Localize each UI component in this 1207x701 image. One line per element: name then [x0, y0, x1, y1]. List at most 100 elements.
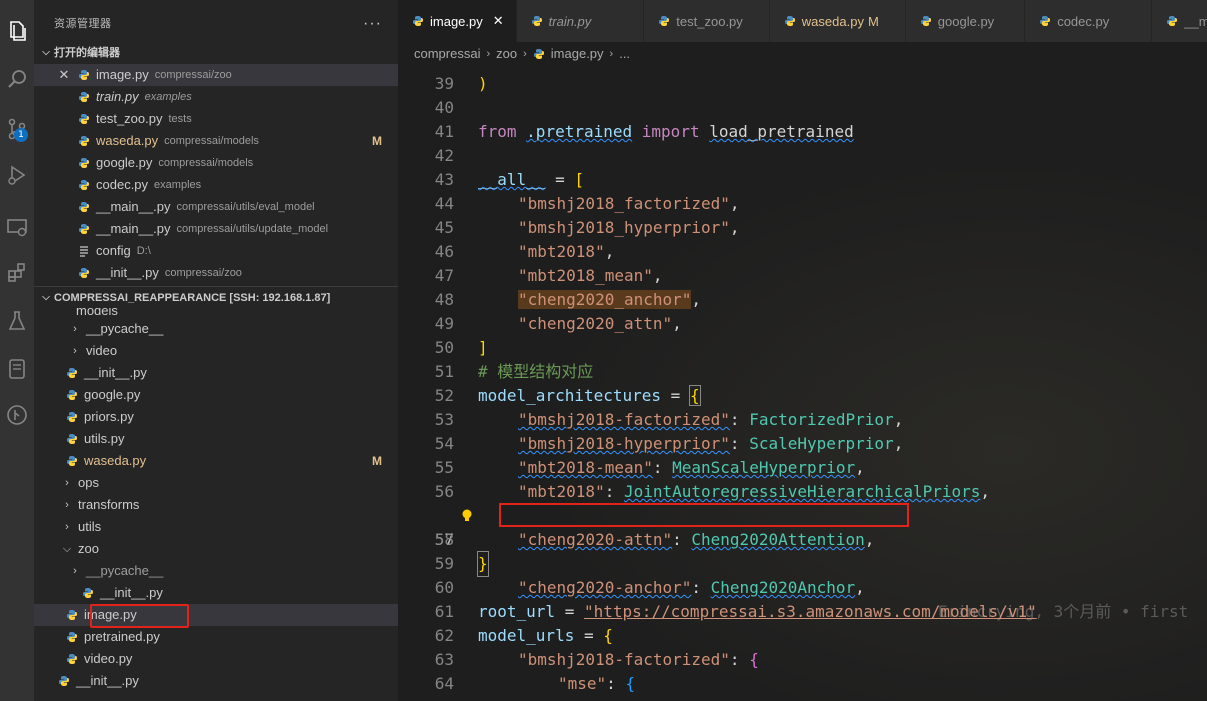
chevron-right-icon: ›	[609, 48, 614, 60]
breadcrumb-item[interactable]: zoo	[496, 42, 517, 66]
run-debug-icon[interactable]	[0, 158, 34, 192]
python-file-icon	[59, 676, 69, 686]
file-path: compressai/utils/update_model	[176, 223, 329, 235]
code-line: 45 "bmshj2018_hyperprior",	[434, 218, 740, 237]
tree-file[interactable]: waseda.py M	[34, 450, 398, 472]
python-file-icon	[531, 16, 542, 26]
tree-file[interactable]: video.py	[34, 648, 398, 670]
open-editor-item[interactable]: codec.py examples	[34, 174, 398, 196]
tree-folder[interactable]: › video	[34, 340, 398, 362]
tree-file[interactable]: __init__.py	[34, 670, 398, 692]
open-editor-item[interactable]: test_zoo.py tests	[34, 108, 398, 130]
code-line: 58 "cheng2020-attn": Cheng2020Attention,	[434, 530, 875, 549]
python-file-icon	[79, 202, 89, 212]
tab-codec-py[interactable]: codec.py	[1025, 0, 1153, 42]
open-editor-item[interactable]: __main__.py compressai/utils/update_mode…	[34, 218, 398, 240]
tree-folder-models[interactable]: models	[34, 308, 398, 318]
chevron-right-icon: ›	[523, 48, 527, 60]
git-graph-icon[interactable]	[0, 398, 34, 432]
breadcrumb-item[interactable]: compressai	[414, 42, 480, 66]
tree-file[interactable]: utils.py	[34, 428, 398, 450]
python-file-icon	[920, 16, 931, 26]
chevron-right-icon: ›	[65, 477, 69, 489]
python-file-icon	[79, 114, 89, 124]
tree-folder[interactable]: › __pycache__	[34, 560, 398, 582]
code-line: 43 __all__ = [	[434, 170, 584, 189]
highlight-box-cheng2020-anchor	[499, 503, 909, 527]
breadcrumb-item[interactable]: image.py	[551, 42, 604, 66]
tree-folder-expanded[interactable]: ⌵ zoo	[34, 538, 398, 560]
python-file-icon	[67, 456, 77, 466]
tree-file[interactable]: __init__.py	[34, 362, 398, 384]
close-icon[interactable]: ✕	[56, 64, 72, 86]
chevron-right-icon: ›	[73, 323, 77, 335]
code-line: 61 root_url = "https://compressai.s3.amaz…	[434, 602, 1037, 621]
file-name: __init__.py	[96, 265, 159, 280]
code-line: 49 "cheng2020_attn",	[434, 314, 682, 333]
open-editor-item[interactable]: config D:\	[34, 240, 398, 262]
remote-explorer-icon[interactable]	[0, 210, 34, 244]
code-line: 53 "bmshj2018-factorized": FactorizedPrio…	[434, 410, 904, 429]
tab-google-py[interactable]: google.py	[905, 0, 1026, 42]
tab-main-py[interactable]: __main	[1152, 0, 1207, 42]
python-file-icon	[1167, 16, 1178, 26]
breadcrumb-item[interactable]: ...	[619, 42, 630, 66]
files-icon[interactable]	[0, 14, 34, 48]
tree-folder[interactable]: › ops	[34, 472, 398, 494]
tree-file[interactable]: priors.py	[34, 406, 398, 428]
chevron-down-icon: ⌵	[42, 291, 50, 303]
open-editor-item[interactable]: ✕ image.py compressai/zoo	[34, 64, 398, 86]
python-file-icon	[79, 136, 89, 146]
highlight-box-image-py	[90, 604, 189, 628]
lightbulb-icon[interactable]	[460, 508, 474, 524]
file-path: compressai/models	[164, 135, 259, 147]
tree-folder[interactable]: › utils	[34, 516, 398, 538]
source-control-icon[interactable]: 1	[0, 112, 34, 146]
tree-file-active[interactable]: image.py	[34, 604, 398, 626]
open-editor-item[interactable]: train.py examples	[34, 86, 398, 108]
file-name: image.py	[96, 67, 149, 82]
tree-folder[interactable]: › __pycache__	[34, 318, 398, 340]
open-editor-item[interactable]: __init__.py compressai/zoo	[34, 262, 398, 284]
file-path: D:\	[136, 245, 151, 257]
testing-icon[interactable]	[0, 304, 34, 338]
docker-icon[interactable]	[0, 352, 34, 386]
explorer-sidebar: 资源管理器 ··· ⌵ 打开的编辑器 ✕ image.py compressai…	[34, 0, 398, 701]
tree-file[interactable]: __init__.py	[34, 582, 398, 604]
more-actions-icon[interactable]: ···	[363, 0, 382, 48]
sidebar-title: 资源管理器 ···	[34, 0, 398, 42]
modified-badge: M	[372, 134, 382, 148]
open-editor-item[interactable]: waseda.py compressai/models M	[34, 130, 398, 152]
file-name: google.py	[96, 155, 153, 170]
code-line: 39)	[434, 74, 488, 93]
python-file-icon	[1040, 16, 1051, 26]
tree-file[interactable]: pretrained.py	[34, 626, 398, 648]
code-line: 55 "mbt2018-mean": MeanScaleHyperprior,	[434, 458, 865, 477]
open-editor-item[interactable]: __main__.py compressai/utils/eval_model	[34, 196, 398, 218]
file-path: examples	[144, 91, 192, 103]
chevron-right-icon: ›	[73, 565, 77, 577]
tree-file[interactable]: google.py	[34, 384, 398, 406]
python-file-icon	[79, 70, 89, 80]
search-icon[interactable]	[0, 62, 34, 96]
extensions-icon[interactable]	[0, 256, 34, 290]
python-file-icon	[784, 16, 795, 26]
python-file-icon	[533, 49, 544, 59]
tab-test-zoo-py[interactable]: test_zoo.py	[644, 0, 770, 42]
tree-folder[interactable]: › transforms	[34, 494, 398, 516]
workspace-header[interactable]: ⌵ COMPRESSAI_REAPPEARANCE [SSH: 192.168.…	[34, 286, 398, 308]
open-editor-item[interactable]: google.py compressai/models	[34, 152, 398, 174]
open-editors-header[interactable]: ⌵ 打开的编辑器	[34, 42, 398, 64]
file-name: __main__.py	[96, 221, 171, 236]
config-file-icon	[80, 246, 88, 257]
tab-train-py[interactable]: train.py	[516, 0, 645, 42]
tab-image-py[interactable]: image.py ✕	[398, 0, 517, 42]
file-path: compressai/utils/eval_model	[176, 201, 315, 213]
file-path: compressai/models	[158, 157, 254, 169]
scm-badge: 1	[14, 128, 28, 142]
file-name: __main__.py	[96, 199, 171, 214]
code-editor[interactable]: 39) 40 41 from .pretrained import load_pr…	[398, 72, 1207, 701]
close-icon[interactable]: ✕	[493, 13, 504, 29]
file-name: codec.py	[96, 177, 149, 192]
tab-waseda-py[interactable]: waseda.py M	[769, 0, 906, 42]
